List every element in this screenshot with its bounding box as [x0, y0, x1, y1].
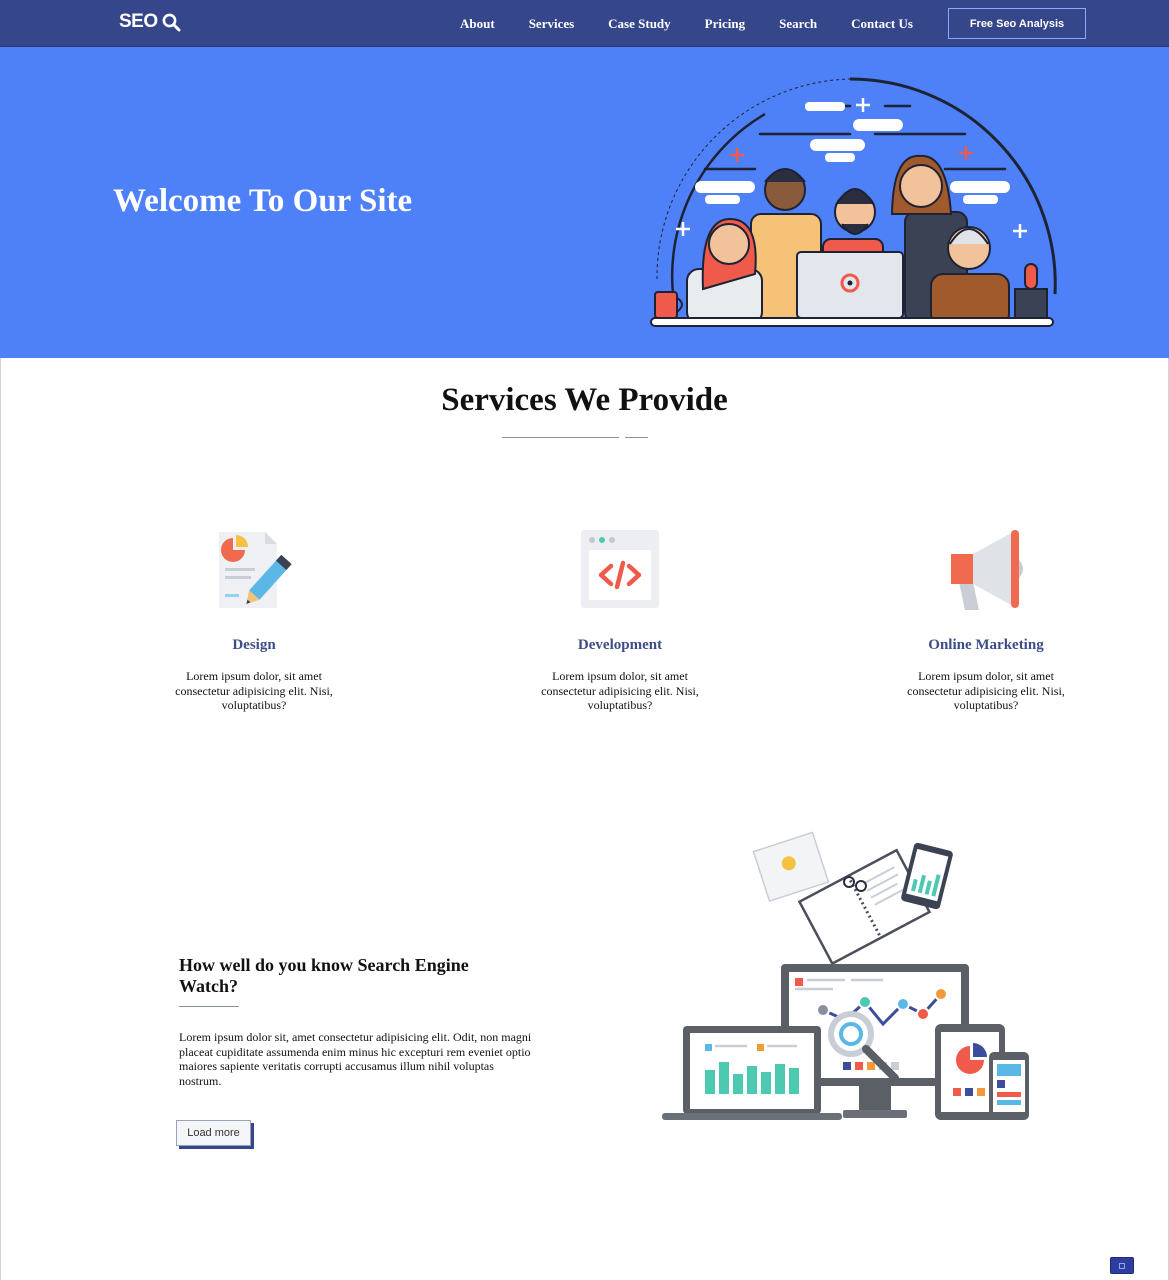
- nav-link-case-study[interactable]: Case Study: [591, 16, 688, 32]
- service-title-design: Design: [232, 637, 276, 653]
- nav-link-services[interactable]: Services: [512, 16, 591, 32]
- section-divider: [502, 437, 619, 438]
- code-window-icon: [579, 528, 661, 610]
- feature-text: Lorem ipsum dolor sit, amet consectetur …: [179, 1030, 532, 1088]
- service-title-development: Development: [577, 637, 663, 653]
- nav-links: About Services Case Study Pricing Search…: [443, 0, 930, 47]
- nav-link-about[interactable]: About: [443, 16, 512, 32]
- load-more-button[interactable]: Load more: [176, 1120, 251, 1146]
- nav-link-search[interactable]: Search: [762, 16, 834, 32]
- team-illustration: [650, 77, 1057, 327]
- free-seo-analysis-button[interactable]: Free Seo Analysis: [948, 8, 1086, 39]
- square-icon: [1119, 1262, 1125, 1269]
- service-text-online-marketing: Lorem ipsum dolor, sit amet consectetur …: [907, 669, 1065, 712]
- hero-title: Welcome To Our Site: [113, 183, 413, 219]
- service-title-online-marketing: Online Marketing: [928, 637, 1044, 653]
- services-title: Services We Provide: [441, 382, 728, 418]
- navbar: SEO About Services Case Study Pricing Se…: [0, 0, 1169, 47]
- scroll-to-top-button[interactable]: [1110, 1257, 1134, 1274]
- nav-link-contact[interactable]: Contact Us: [834, 16, 930, 32]
- service-text-development: Lorem ipsum dolor, sit amet consectetur …: [541, 669, 699, 712]
- service-card-design: Design Lorem ipsum dolor, sit amet conse…: [154, 528, 354, 713]
- service-card-online-marketing: Online Marketing Lorem ipsum dolor, sit …: [886, 528, 1086, 713]
- service-text-design: Lorem ipsum dolor, sit amet consectetur …: [175, 669, 333, 712]
- section-divider-short: [625, 437, 648, 438]
- nav-link-pricing[interactable]: Pricing: [688, 16, 762, 32]
- feature-title: How well do you know Search Engine Watch…: [179, 955, 469, 996]
- service-card-development: Development Lorem ipsum dolor, sit amet …: [520, 528, 720, 713]
- design-document-icon: [213, 528, 295, 610]
- search-icon: [162, 13, 181, 32]
- logo-text: SEO: [119, 11, 158, 32]
- devices-analytics-illustration: [662, 831, 1029, 1120]
- megaphone-icon: [945, 528, 1027, 610]
- logo[interactable]: SEO: [119, 11, 181, 33]
- feature-divider: [179, 1006, 239, 1007]
